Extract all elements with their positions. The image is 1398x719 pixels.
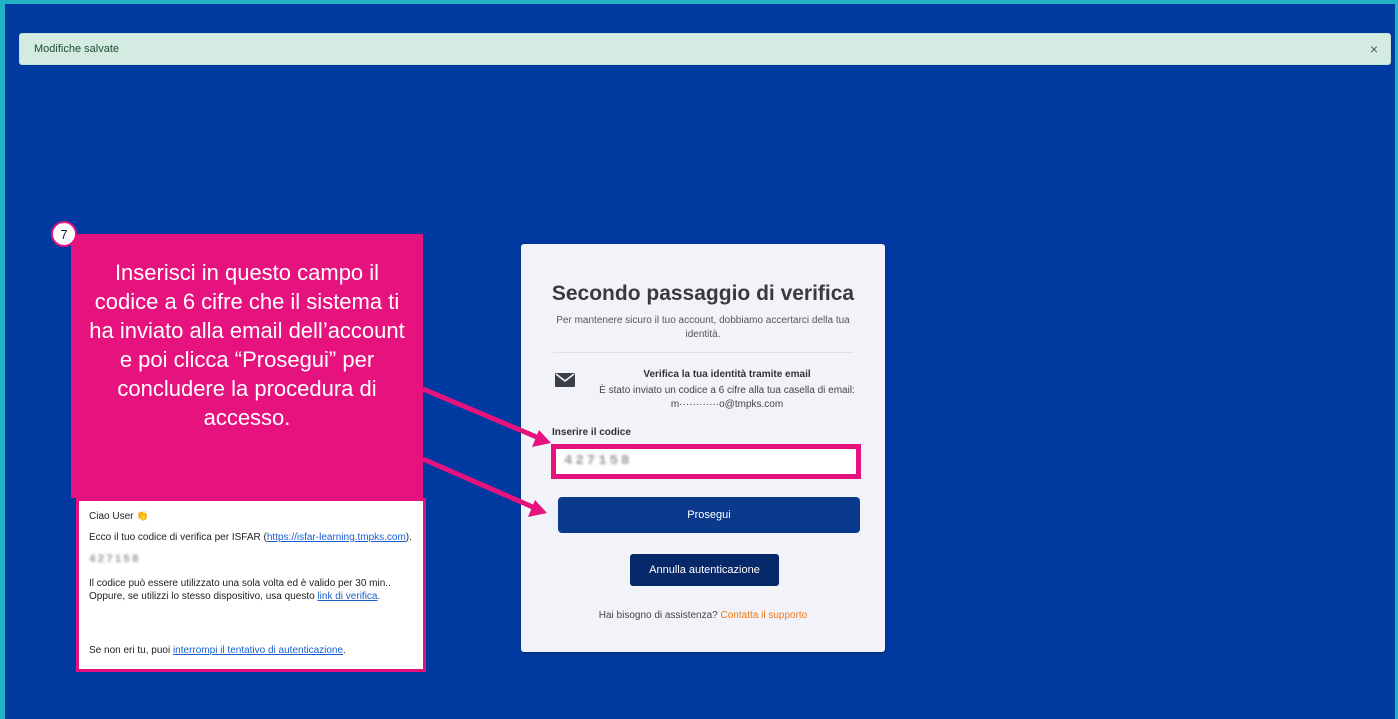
success-alert: Modifiche salvate × — [19, 33, 1391, 65]
email-verify-link[interactable]: link di verifica — [317, 591, 377, 602]
callout-text: Inserisci in questo campo il codice a 6 … — [89, 260, 405, 430]
cancel-auth-button[interactable]: Annulla autenticazione — [630, 554, 779, 586]
email-code: 427158 — [89, 554, 413, 567]
email-not-you-text: Se non eri tu, puoi — [89, 645, 173, 656]
help-text: Hai bisogno di assistenza? — [598, 610, 718, 621]
alert-message: Modifiche salvate — [34, 43, 119, 55]
submit-button[interactable]: Prosegui — [558, 497, 860, 533]
email-abort-link[interactable]: interrompi il tentativo di autenticazion… — [173, 645, 343, 656]
page-title: Secondo passaggio di verifica — [551, 282, 855, 305]
instruction-callout: Inserisci in questo campo il codice a 6 … — [71, 234, 423, 498]
email-intro-text: Ecco il tuo codice di verifica per ISFAR… — [89, 532, 267, 543]
divider — [553, 352, 853, 353]
email-intro-end: ). — [405, 532, 412, 543]
support-link[interactable]: Contatta il supporto — [721, 610, 808, 621]
help-line: Hai bisogno di assistenza? Contatta il s… — [521, 610, 885, 621]
email-device: Oppure, se utilizzi lo stesso dispositiv… — [89, 590, 413, 603]
email-validity: Il codice può essere utilizzato una sola… — [89, 578, 391, 589]
envelope-icon — [555, 373, 575, 387]
card-subtitle: Per mantenere sicuro il tuo account, dob… — [556, 315, 850, 340]
email-greeting: Ciao User 👏 — [89, 511, 149, 522]
email-not-you: Se non eri tu, puoi interrompi il tentat… — [89, 644, 346, 657]
email-preview: Ciao User 👏 Ecco il tuo codice di verifi… — [76, 498, 426, 672]
verification-card: Secondo passaggio di verifica Per manten… — [521, 244, 885, 652]
verify-method-title: Verifica la tua identità tramite email — [643, 369, 811, 380]
code-input-value: 427158 — [564, 453, 633, 469]
email-not-you-end: . — [343, 645, 346, 656]
email-device-text: Oppure, se utilizzi lo stesso dispositiv… — [89, 591, 318, 602]
verify-method-text: È stato inviato un codice a 6 cifre alla… — [599, 385, 855, 410]
email-site-link[interactable]: https://isfar-learning.tmpks.com — [267, 532, 406, 543]
step-number-badge: 7 — [51, 221, 77, 247]
close-icon[interactable]: × — [1370, 41, 1378, 57]
code-label: Inserire il codice — [552, 427, 631, 438]
code-input[interactable]: 427158 — [551, 444, 861, 479]
email-intro: Ecco il tuo codice di verifica per ISFAR… — [89, 531, 413, 544]
email-device-end: . — [377, 591, 381, 602]
arrow-to-button — [421, 456, 537, 511]
email-code-value: 427158 — [89, 554, 141, 566]
